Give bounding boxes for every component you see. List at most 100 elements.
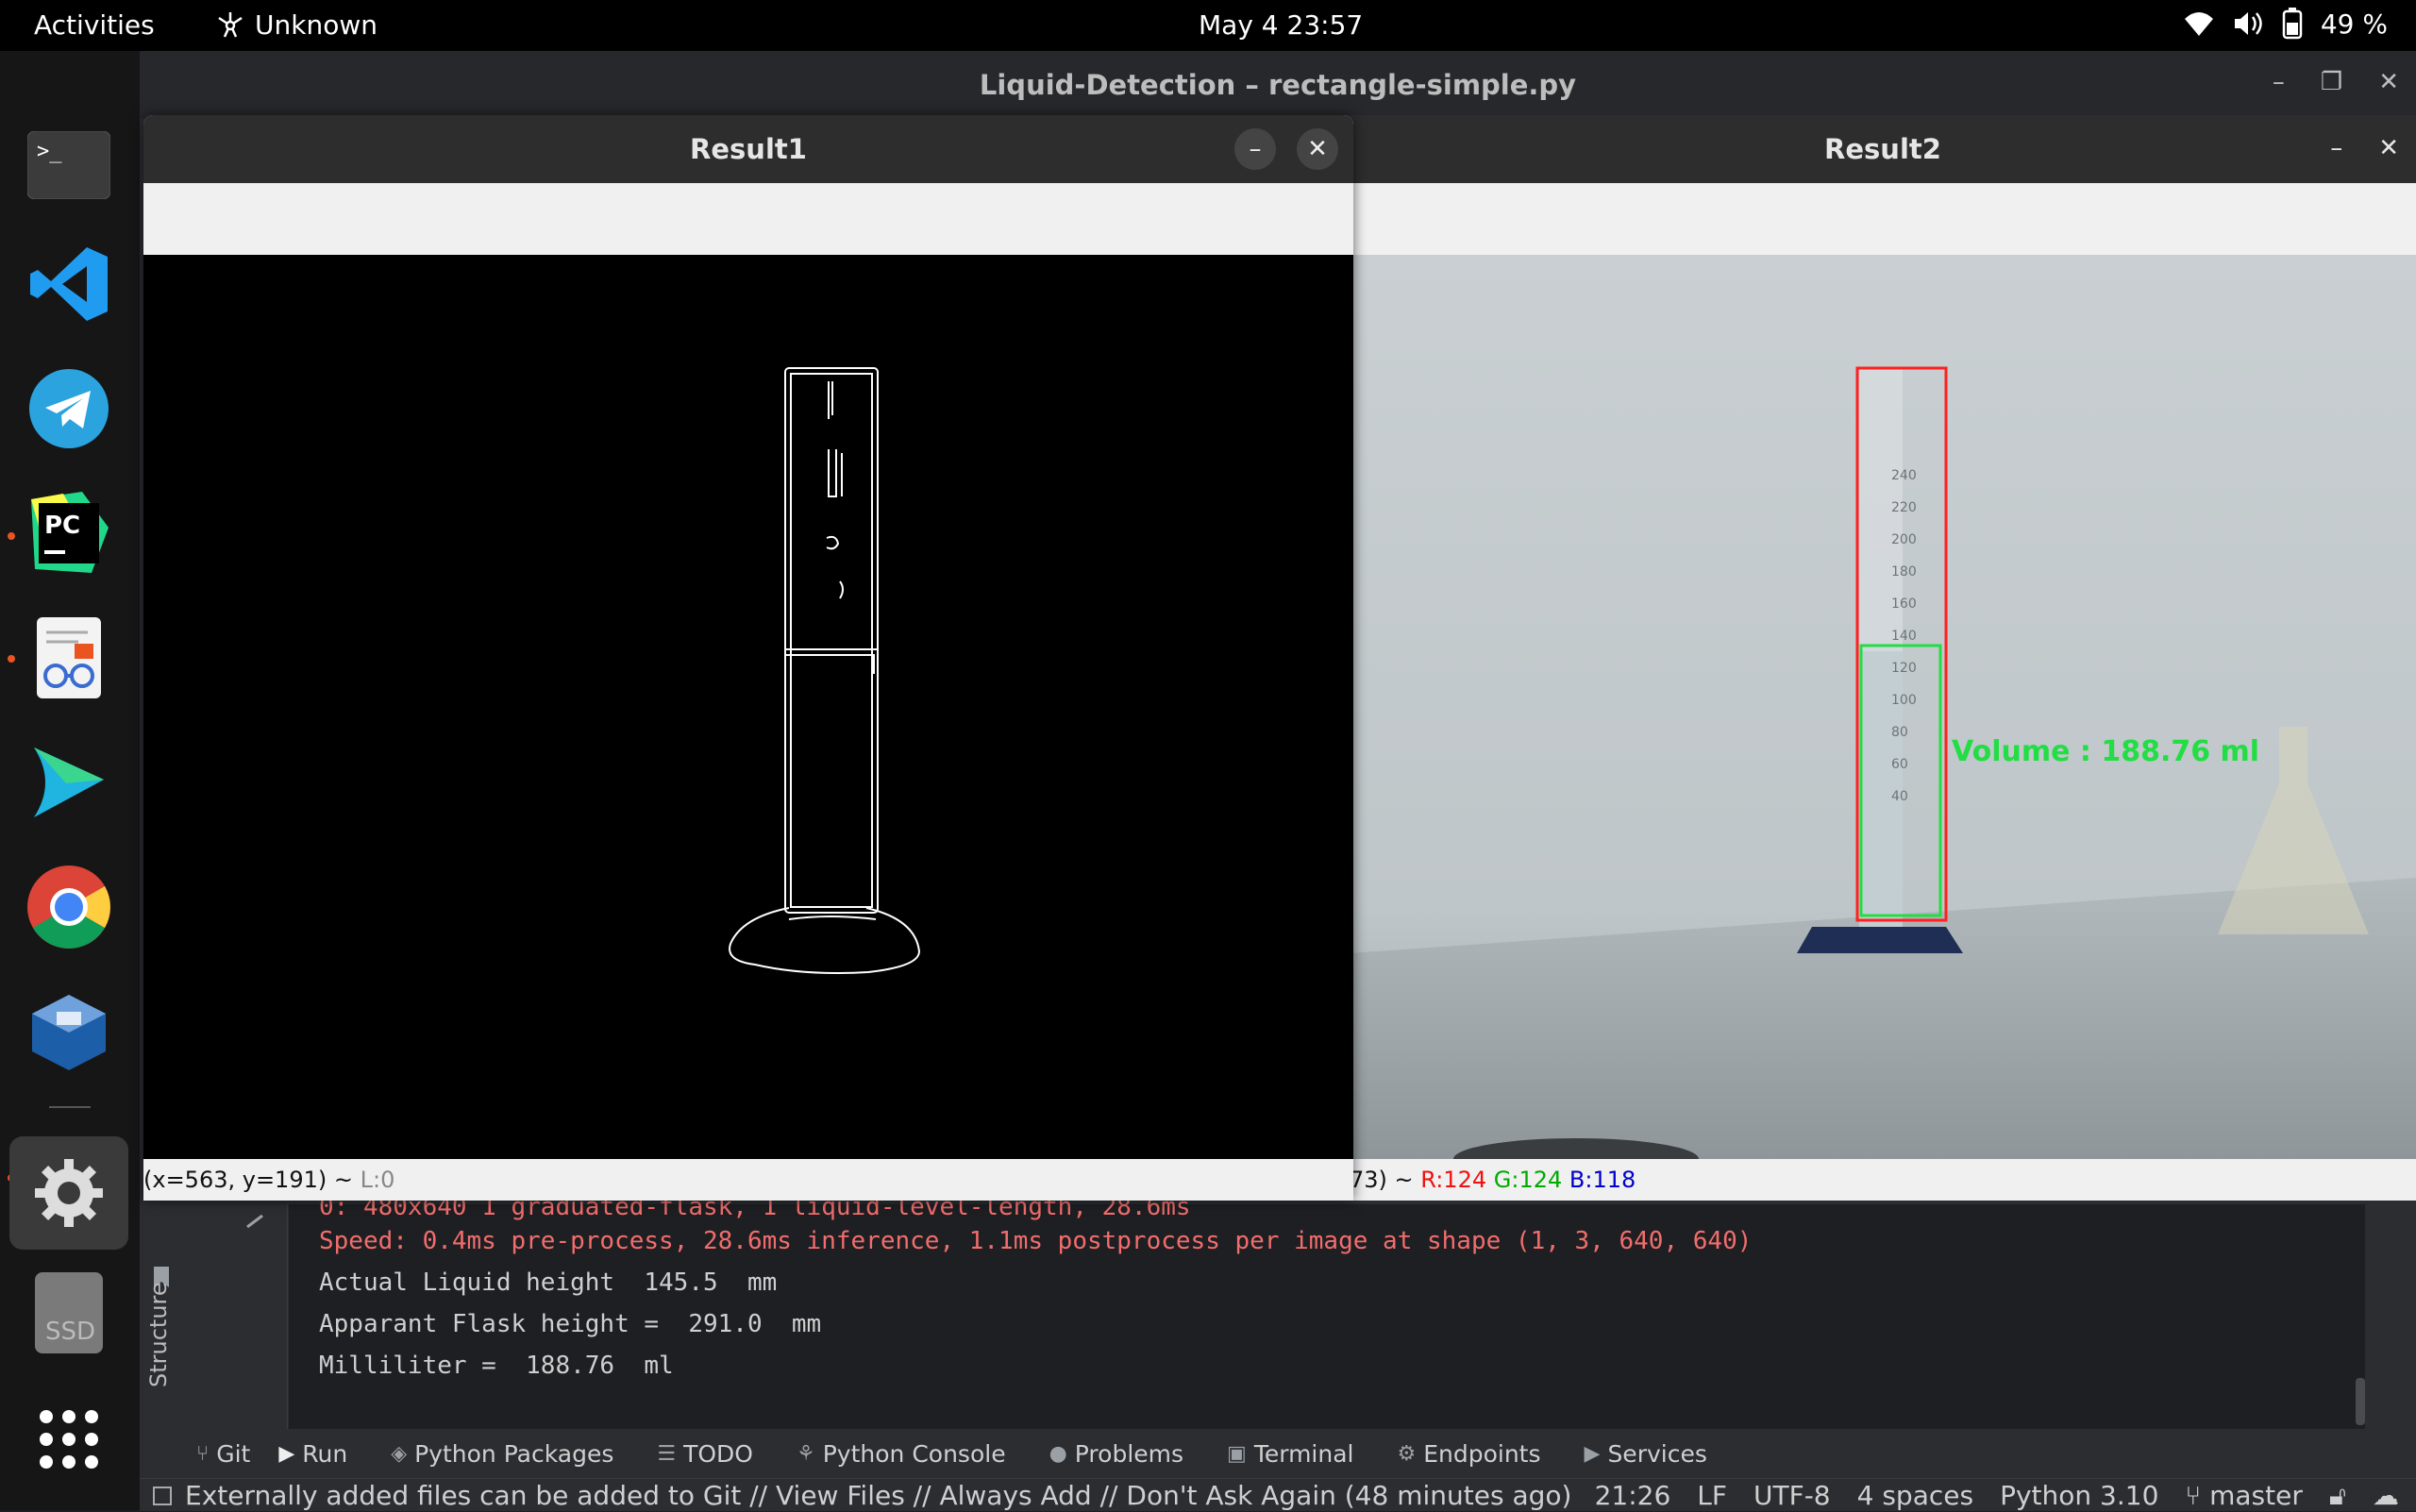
status-widgets: 21:26 LF UTF-8 4 spaces Python 3.10 ⑂ ma… <box>1595 1480 2399 1512</box>
volume-icon <box>2234 12 2262 35</box>
tab-run[interactable]: ▶ Run <box>278 1440 347 1468</box>
ssd-launcher[interactable]: SSD <box>25 1268 113 1357</box>
system-tray[interactable]: 49 % <box>2183 8 2388 40</box>
rerun-icon[interactable] <box>243 1212 266 1231</box>
tab-todo[interactable]: ☰ TODO <box>657 1440 753 1468</box>
browser-launcher[interactable] <box>25 738 113 827</box>
file-encoding[interactable]: UTF-8 <box>1753 1480 1831 1512</box>
structure-tool-label[interactable]: Structure <box>145 1282 172 1387</box>
tab-terminal[interactable]: ▣ Terminal <box>1227 1440 1353 1468</box>
running-indicator <box>8 532 15 540</box>
vscode-icon <box>30 247 108 321</box>
tab-git[interactable]: ⑂ Git <box>196 1440 250 1468</box>
console-scrollbar[interactable] <box>2356 1378 2365 1425</box>
branch-name: master <box>2209 1480 2303 1511</box>
tab-label: Run <box>302 1439 348 1468</box>
pycharm-launcher[interactable]: PC <box>25 489 113 578</box>
scale-mark: 40 <box>1891 789 1908 804</box>
status-message[interactable]: Externally added files can be added to G… <box>151 1480 1571 1511</box>
scale-mark: 200 <box>1891 532 1917 547</box>
indent-setting[interactable]: 4 spaces <box>1857 1480 1973 1512</box>
app-menu[interactable]: Unknown <box>215 9 378 41</box>
result1-window: Result1 – ✕ (x=563, y=191) ~ L:0 <box>143 115 1353 1201</box>
gear-icon <box>35 1159 103 1227</box>
close-icon[interactable]: ✕ <box>2378 68 2399 96</box>
cloud-icon[interactable]: ☁ <box>2373 1480 2399 1512</box>
run-icon: ▶ <box>278 1441 295 1466</box>
tab-label: Problems <box>1074 1439 1184 1468</box>
scale-mark: 80 <box>1891 725 1908 740</box>
scale-mark: 100 <box>1891 693 1917 708</box>
volume-label: Volume : 188.76 ml <box>1952 735 2259 768</box>
endpoints-icon: ⚙ <box>1397 1441 1417 1466</box>
lock-icon[interactable]: 🔓︎ <box>2329 1480 2346 1512</box>
document-viewer-launcher[interactable] <box>25 613 113 702</box>
pixel-green: G:124 <box>1493 1167 1563 1193</box>
minimize-icon[interactable]: – <box>2330 134 2342 162</box>
result1-toolbar <box>143 183 1353 255</box>
tab-label: Terminal <box>1253 1439 1354 1468</box>
result1-level: L:0 <box>360 1167 395 1193</box>
restore-icon[interactable]: ❐ <box>2321 68 2342 96</box>
clock[interactable]: May 4 23:57 <box>1199 9 1363 41</box>
line-separator[interactable]: LF <box>1697 1480 1727 1512</box>
vscode-launcher[interactable] <box>25 240 113 328</box>
git-branch[interactable]: ⑂ master <box>2185 1480 2302 1512</box>
minimize-icon[interactable]: – <box>2273 68 2285 96</box>
scale-mark: 60 <box>1891 757 1908 772</box>
result2-image[interactable]: 240 220 200 180 160 140 120 100 80 60 40… <box>1350 255 2416 1159</box>
scale-mark: 180 <box>1891 564 1917 580</box>
svg-text:>_: >_ <box>37 140 62 163</box>
result1-status-bar: (x=563, y=191) ~ L:0 <box>143 1167 1353 1199</box>
ssd-label: SSD <box>45 1318 96 1346</box>
terminal-launcher[interactable]: >_ <box>25 121 113 210</box>
result2-status-bar: 73) ~ R:124 G:124 B:118 <box>1350 1167 2416 1199</box>
result2-toolbar <box>1350 183 2416 255</box>
terminal-icon: >_ <box>27 131 110 199</box>
result2-title: Result2 <box>1824 133 1941 165</box>
tab-services[interactable]: ▶ Services <box>1585 1440 1707 1468</box>
git-branch-icon: ⑂ <box>196 1441 210 1466</box>
window-title: Liquid-Detection – rectangle-simple.py <box>979 69 1577 101</box>
chrome-icon <box>27 865 110 949</box>
list-icon: ☰ <box>657 1441 677 1466</box>
minimize-button[interactable]: – <box>1234 128 1276 170</box>
tab-problems[interactable]: ● Problems <box>1049 1440 1183 1468</box>
chrome-launcher[interactable] <box>25 863 113 951</box>
wifi-icon <box>2184 12 2213 36</box>
window-controls: – ❐ ✕ <box>2273 68 2399 96</box>
running-indicator <box>8 655 15 663</box>
app-network-icon <box>218 11 243 38</box>
python-interpreter[interactable]: Python 3.10 <box>2000 1480 2158 1512</box>
result1-edge-image[interactable] <box>143 255 1353 1159</box>
tab-label: Services <box>1607 1439 1707 1468</box>
battery-icon <box>2282 8 2303 40</box>
square-icon <box>153 1486 172 1505</box>
close-icon[interactable]: ✕ <box>2378 134 2399 162</box>
close-icon: ✕ <box>1307 135 1328 163</box>
python-icon: ⚘ <box>797 1441 815 1466</box>
document-viewer-icon <box>37 617 101 698</box>
dock: >_ PC SSD <box>0 51 140 1510</box>
grid-icon <box>40 1410 98 1469</box>
scale-mark: 220 <box>1891 500 1917 515</box>
console-line: Apparant Flask height = 291.0 mm <box>319 1310 822 1338</box>
pycharm-title-bar[interactable]: Liquid-Detection – rectangle-simple.py <box>140 51 2416 119</box>
activities-button[interactable]: Activities <box>34 9 155 41</box>
result1-title: Result1 <box>690 133 807 165</box>
scale-mark: 160 <box>1891 596 1917 612</box>
app-grid-button[interactable] <box>25 1395 113 1484</box>
virtualbox-launcher[interactable] <box>25 987 113 1076</box>
caret-position[interactable]: 21:26 <box>1595 1480 1671 1512</box>
tab-python-console[interactable]: ⚘ Python Console <box>797 1440 1006 1468</box>
result2-title-bar[interactable]: Result2 <box>1350 115 2416 183</box>
tab-python-packages[interactable]: ◈ Python Packages <box>391 1440 613 1468</box>
tab-endpoints[interactable]: ⚙ Endpoints <box>1397 1440 1540 1468</box>
scale-mark: 140 <box>1891 629 1917 644</box>
telegram-icon <box>29 369 109 448</box>
telegram-launcher[interactable] <box>25 364 113 453</box>
result1-title-bar[interactable]: Result1 <box>143 115 1353 183</box>
settings-launcher[interactable] <box>9 1136 128 1250</box>
tool-window-tabs: ⑂ Git ▶ Run ◈ Python Packages ☰ TODO ⚘ Python… <box>140 1429 2416 1478</box>
close-button[interactable]: ✕ <box>1297 128 1338 170</box>
